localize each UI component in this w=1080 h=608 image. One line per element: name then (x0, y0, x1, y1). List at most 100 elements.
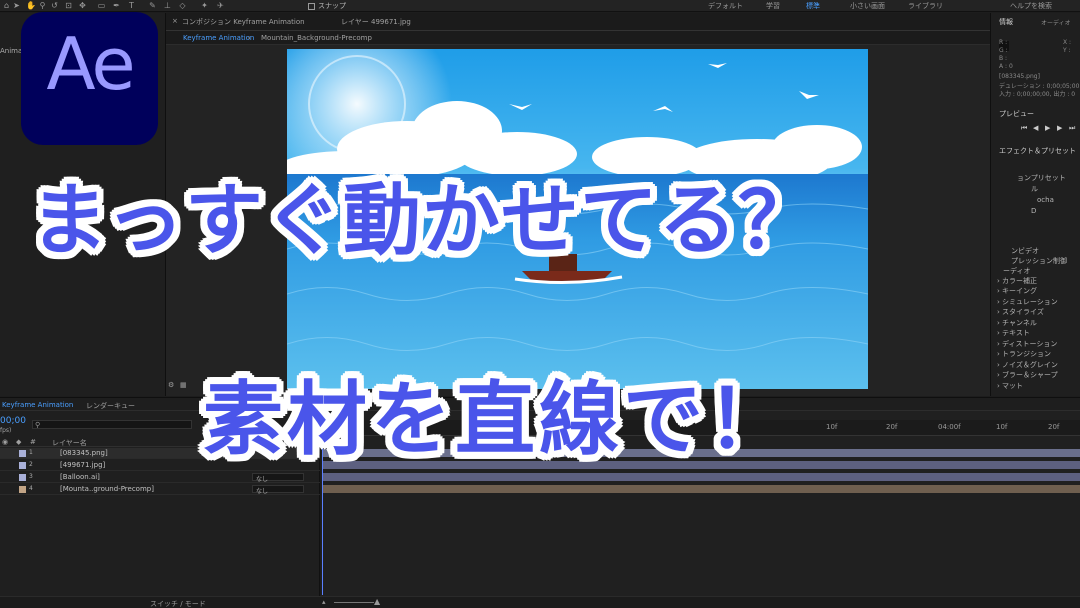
audio-tab[interactable]: オーディオ (1041, 18, 1071, 27)
preview-next-frame-icon[interactable]: ▶ (1057, 124, 1062, 132)
effects-item-matte[interactable]: › マット (997, 381, 1023, 391)
tab-composition[interactable]: コンポジション Keyframe Animation (182, 17, 305, 27)
effects-item-distortion[interactable]: › ディストーション (997, 339, 1057, 349)
effects-item-blur-sharpen[interactable]: › ブラー＆シャープ (997, 370, 1058, 380)
layer-label-color[interactable] (19, 462, 26, 469)
workspace-small-screen[interactable]: 小さい画面 (850, 1, 885, 11)
effects-item-partial[interactable]: ーディオ (1003, 266, 1031, 276)
tab-timeline[interactable]: Keyframe Animation (2, 401, 73, 409)
viewer-options-icon[interactable]: ⚙ (168, 381, 174, 389)
preview-play-icon[interactable]: ▶ (1045, 124, 1050, 132)
workspace-standard[interactable]: 標準 (806, 1, 820, 11)
home-icon[interactable]: ⌂ (2, 1, 11, 10)
workspace-libraries[interactable]: ライブラリ (908, 1, 943, 11)
ruler-tick: 10f (996, 423, 1008, 431)
workspace-default[interactable]: デフォルト (708, 1, 743, 11)
search-icon: ⚲ (35, 421, 41, 429)
layer-row[interactable]: 3 [Balloon.ai] なし (0, 472, 320, 483)
effects-item-stylize[interactable]: › スタイライズ (997, 307, 1044, 317)
layer-row[interactable]: 4 [Mounta..ground-Precomp] なし (0, 484, 320, 495)
info-r: R : (999, 39, 1008, 46)
rotate-tool-icon[interactable]: ↺ (50, 1, 59, 10)
effects-item-keying[interactable]: › キーイング (997, 286, 1037, 296)
tab-render-queue[interactable]: レンダーキュー (86, 401, 135, 411)
effects-item-noise-grain[interactable]: › ノイズ＆グレイン (997, 360, 1058, 370)
info-x: X : (1063, 39, 1072, 46)
layer-label-color[interactable] (19, 486, 26, 493)
workspace-learn[interactable]: 学習 (766, 1, 780, 11)
layer-name-column[interactable]: レイヤー名 (52, 438, 87, 448)
zoom-tool-icon[interactable]: ⚲ (38, 1, 47, 10)
selection-tool-icon[interactable]: ➤ (12, 1, 21, 10)
number-column-icon: # (30, 438, 36, 446)
effects-item-partial[interactable]: ル (1031, 184, 1038, 194)
preview-prev-frame-icon[interactable]: ◀ (1033, 124, 1038, 132)
preview-last-frame-icon[interactable]: ⏭ (1069, 124, 1075, 133)
puppet-tool-icon[interactable]: ✈ (216, 1, 225, 10)
composition-breadcrumb: Keyframe Animation ‹ Mountain_Background… (166, 31, 990, 45)
info-b: B : (999, 55, 1008, 62)
layer-number: 1 (29, 449, 33, 456)
effects-item-simulation[interactable]: › シミュレーション (997, 297, 1058, 307)
layer-name[interactable]: [Balloon.ai] (60, 473, 100, 481)
snap-label: スナップ (318, 2, 346, 10)
info-a: A : 0 (999, 63, 1013, 70)
layer-name[interactable]: [Mounta..ground-Precomp] (60, 485, 154, 493)
viewer-grid-icon[interactable]: ▦ (180, 381, 187, 389)
close-icon[interactable]: × (172, 17, 178, 25)
layer-bar[interactable] (322, 485, 1080, 493)
eraser-tool-icon[interactable]: ◇ (178, 1, 187, 10)
parent-select[interactable]: なし (252, 473, 304, 483)
tool-bar: ⌂ ➤ ✋ ⚲ ↺ ⊡ ✥ ▭ ✒ T ✎ ⊥ ◇ ✦ ✈ スナップ デフォルト… (0, 0, 1080, 12)
effects-item-partial[interactable]: D (1031, 207, 1036, 215)
info-panel-title[interactable]: 情報 (999, 17, 1013, 27)
effects-item-partial[interactable]: ンビデオ (1011, 246, 1039, 256)
clone-stamp-tool-icon[interactable]: ⊥ (163, 1, 172, 10)
effects-item-channel[interactable]: › チャンネル (997, 318, 1037, 328)
tab-layer[interactable]: レイヤー 499671.jpg (341, 17, 411, 27)
info-in-out: 入力 : 0;00;00;00, 出力 : 0 (999, 91, 1076, 98)
effects-item-color-correction[interactable]: › カラー補正 (997, 276, 1037, 286)
effects-item-transition[interactable]: › トランジション (997, 349, 1051, 359)
breadcrumb-current[interactable]: Keyframe Animation (183, 34, 254, 42)
help-search-input[interactable]: ヘルプを検索 (1010, 1, 1052, 11)
effects-item-text[interactable]: › テキスト (997, 328, 1030, 338)
timeline-search-input[interactable]: ⚲ (32, 420, 192, 429)
effects-item-partial[interactable]: ョンプリセット (1017, 173, 1066, 183)
layer-bar[interactable] (322, 473, 1080, 481)
hand-tool-icon[interactable]: ✋ (26, 1, 36, 10)
roto-brush-tool-icon[interactable]: ✦ (200, 1, 209, 10)
effects-item-partial[interactable]: ocha (1037, 196, 1054, 204)
layer-name[interactable]: [499671.jpg] (60, 461, 105, 469)
ruler-tick: 04:00f (938, 423, 961, 431)
layer-number: 4 (29, 485, 33, 492)
breadcrumb-next[interactable]: Mountain_Background-Precomp (261, 34, 372, 42)
parent-select[interactable]: なし (252, 485, 304, 495)
preview-first-frame-icon[interactable]: ⏮ (1021, 124, 1027, 133)
switch-mode-toggle[interactable]: スイッチ / モード (150, 599, 206, 608)
pen-tool-icon[interactable]: ✒ (112, 1, 121, 10)
timeline-footer: スイッチ / モード ▴ ▲ (0, 596, 1080, 608)
camera-tool-icon[interactable]: ⊡ (64, 1, 73, 10)
brush-tool-icon[interactable]: ✎ (148, 1, 157, 10)
layer-label-color[interactable] (19, 474, 26, 481)
effects-panel-title[interactable]: エフェクト＆プリセット (999, 146, 1076, 156)
type-tool-icon[interactable]: T (127, 1, 136, 10)
preview-panel-title[interactable]: プレビュー (999, 109, 1034, 119)
timecode[interactable]: 00;00 (0, 416, 26, 426)
subheadline: 素材を直線で！ (203, 373, 791, 466)
zoom-in-icon[interactable]: ▲ (374, 597, 380, 606)
ruler-tick: 10f (826, 423, 838, 431)
pan-behind-tool-icon[interactable]: ✥ (78, 1, 87, 10)
layer-number: 2 (29, 461, 33, 468)
right-panels: 情報 オーディオ R : G : B : A : 0 X : Y : [0833… (990, 13, 1080, 396)
snap-checkbox[interactable] (308, 2, 315, 10)
snap-toggle[interactable]: スナップ (308, 1, 346, 11)
layer-label-color[interactable] (19, 450, 26, 457)
zoom-slider[interactable] (334, 602, 374, 603)
zoom-out-icon[interactable]: ▴ (322, 598, 326, 606)
fps-label: fps) (0, 427, 12, 434)
layer-name[interactable]: [083345.png] (60, 449, 108, 457)
rectangle-tool-icon[interactable]: ▭ (97, 1, 106, 10)
effects-item-partial[interactable]: プレッション制御 (1011, 256, 1067, 266)
